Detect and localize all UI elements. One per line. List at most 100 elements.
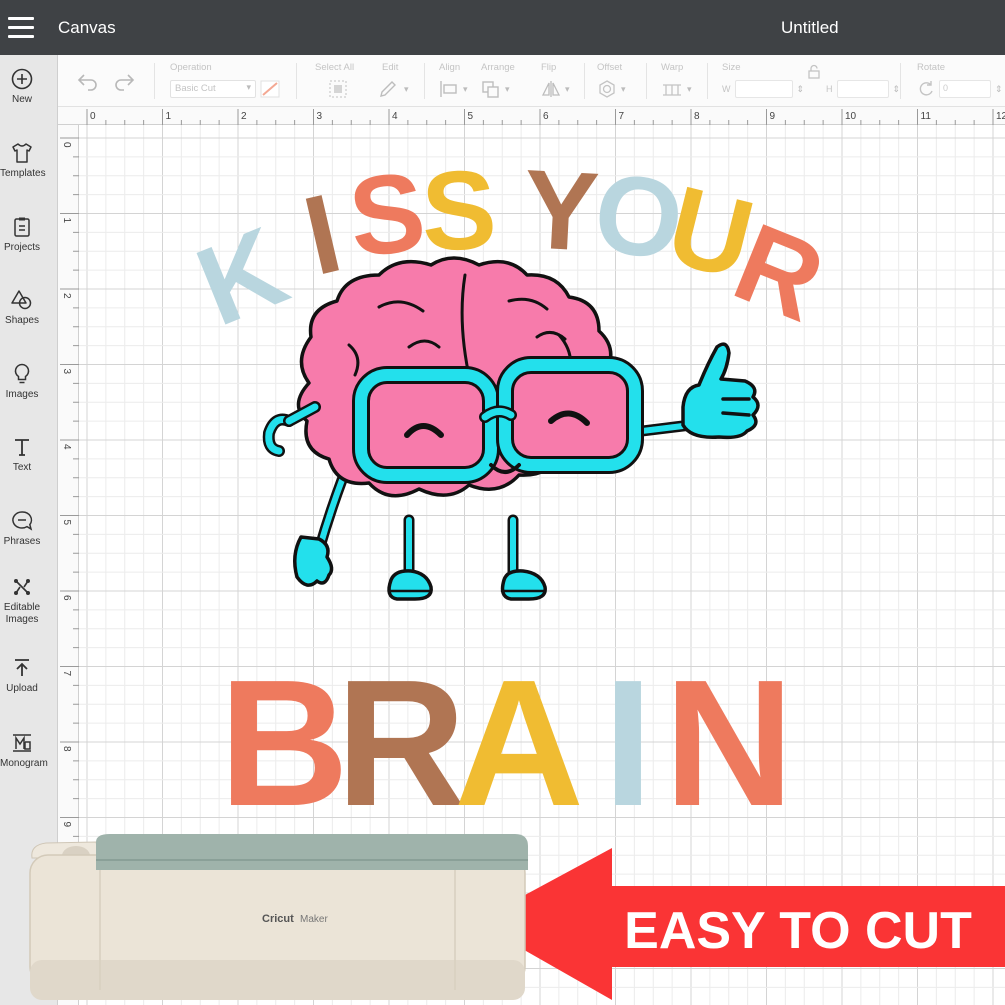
ruler-number: 3 <box>61 369 72 375</box>
sidebar-item-phrases[interactable]: Phrases <box>0 509 44 548</box>
rotate-group: Rotate 0 ⇕ <box>917 62 1003 99</box>
rotate-input[interactable]: 0 <box>939 80 991 98</box>
sidebar-item-new[interactable]: New <box>0 67 44 106</box>
height-stepper-icon[interactable]: ⇕ <box>893 84 901 95</box>
warp-icon[interactable] <box>661 79 683 99</box>
headline-letter: R <box>336 643 466 844</box>
ruler-number: 8 <box>694 111 700 122</box>
editable-image-icon <box>14 579 30 595</box>
arrange-group: Arrange ▾ <box>481 62 515 99</box>
flip-label: Flip <box>541 62 557 73</box>
kiss-your-brain-design[interactable]: K I S S Y O U R B R A I N <box>79 125 1005 1005</box>
ruler-number: 9 <box>770 111 776 122</box>
design-space-app: Canvas Untitled New Templates Projects S… <box>0 0 1005 1005</box>
toolbar-divider <box>584 63 585 99</box>
rotate-stepper-icon[interactable]: ⇕ <box>995 84 1003 95</box>
ruler-number: 7 <box>61 671 72 677</box>
toolbar-divider <box>154 63 155 99</box>
offset-icon[interactable] <box>597 79 617 99</box>
ruler-number: 1 <box>166 111 172 122</box>
operation-group: Operation Basic Cut <box>170 62 280 99</box>
ruler-number: 10 <box>845 111 857 122</box>
ruler-number: 2 <box>241 111 247 122</box>
sidebar-item-label: Templates <box>0 168 46 179</box>
upload-icon <box>15 659 29 676</box>
toolbar-divider <box>900 63 901 99</box>
toolbar-divider <box>296 63 297 99</box>
ruler-number: 5 <box>468 111 474 122</box>
operation-select[interactable]: Basic Cut <box>170 80 256 98</box>
sidebar-item-monogram[interactable]: Monogram <box>0 731 48 770</box>
sidebar-item-images[interactable]: Images <box>0 362 44 401</box>
height-input[interactable] <box>836 80 889 98</box>
chevron-down-icon: ▾ <box>463 83 468 94</box>
headline-letter: B <box>219 643 349 844</box>
monogram-icon <box>13 734 31 752</box>
ruler-number: 0 <box>61 142 72 148</box>
offset-group: Offset ▾ <box>597 62 626 99</box>
sidebar-item-text[interactable]: Text <box>0 435 44 474</box>
linetype-color-swatch-icon[interactable] <box>260 80 280 98</box>
ruler-number: 2 <box>61 293 72 299</box>
arrange-icon[interactable] <box>481 79 501 99</box>
undo-icon[interactable] <box>76 71 100 91</box>
operation-label: Operation <box>170 62 212 73</box>
sidebar-item-label: Images <box>5 389 39 400</box>
lock-proportions-icon[interactable] <box>806 64 822 80</box>
sidebar-item-label: Shapes <box>5 315 39 326</box>
sidebar-item-label: Projects <box>3 242 41 253</box>
sidebar-item-shapes[interactable]: Shapes <box>0 288 44 327</box>
ruler-number: 6 <box>61 595 72 601</box>
chevron-down-icon: ▾ <box>687 83 692 94</box>
sidebar-item-label: Phrases <box>3 536 41 547</box>
sidebar-item-projects[interactable]: Projects <box>0 215 44 254</box>
flip-group: Flip ▾ <box>541 62 570 99</box>
offset-label: Offset <box>597 62 623 73</box>
flip-icon[interactable] <box>541 79 561 99</box>
clipboard-icon <box>14 217 30 237</box>
edit-group: Edit ▾ <box>378 62 409 99</box>
edit-toolbar: Operation Basic Cut Select All Edit ▾ Al… <box>58 55 1005 107</box>
headline-letter: I <box>603 643 653 844</box>
hamburger-menu-icon[interactable] <box>8 17 36 39</box>
app-name: Canvas <box>58 18 116 37</box>
sidebar-item-label: Text <box>12 462 32 473</box>
toolbar-divider <box>707 63 708 99</box>
ruler-number: 0 <box>90 111 96 122</box>
chevron-down-icon: ▾ <box>621 83 626 94</box>
redo-icon[interactable] <box>112 71 136 91</box>
plus-circle-icon <box>11 68 33 90</box>
height-prefix: H <box>826 84 833 94</box>
warp-group: Warp ▾ <box>661 62 692 99</box>
top-bar: Canvas Untitled <box>0 0 1005 55</box>
select-all-icon[interactable] <box>327 79 349 99</box>
ruler-left-scale: 0 1 2 3 4 5 6 7 8 9 <box>60 137 79 988</box>
chevron-down-icon: ▾ <box>565 83 570 94</box>
width-input[interactable] <box>734 80 793 98</box>
select-all-label: Select All <box>315 62 355 73</box>
ruler-number: 8 <box>61 746 72 752</box>
sidebar-item-editable-images[interactable]: Editable Images <box>0 575 44 626</box>
sidebar-item-label: Editable Images <box>3 602 41 625</box>
ruler-top-scale: 0 1 2 3 4 5 6 7 8 9 10 11 12 <box>86 109 1005 125</box>
width-stepper-icon[interactable]: ⇕ <box>797 84 805 95</box>
headline-letter: K <box>181 203 303 349</box>
headline-letter: A <box>454 643 584 844</box>
sidebar-item-label: Monogram <box>0 758 48 769</box>
left-sidebar: New Templates Projects Shapes Images Tex… <box>0 55 58 1005</box>
toolbar-divider <box>424 63 425 99</box>
edit-pencil-icon[interactable] <box>378 79 400 99</box>
shapes-icon <box>11 290 32 310</box>
document-title[interactable]: Untitled <box>781 18 839 38</box>
headline-letter: I <box>293 170 351 299</box>
sidebar-item-upload[interactable]: Upload <box>0 656 44 695</box>
ruler-number: 4 <box>392 111 398 122</box>
sidebar-item-templates[interactable]: Templates <box>0 141 46 180</box>
align-group: Align ▾ <box>439 62 468 99</box>
design-canvas[interactable]: K I S S Y O U R B R A I N <box>79 125 1005 1005</box>
sidebar-item-label: New <box>11 94 32 105</box>
rotate-value: 0 <box>943 83 949 93</box>
arrange-label: Arrange <box>481 62 515 73</box>
sidebar-item-label: Upload <box>6 683 38 694</box>
align-icon[interactable] <box>439 79 459 99</box>
